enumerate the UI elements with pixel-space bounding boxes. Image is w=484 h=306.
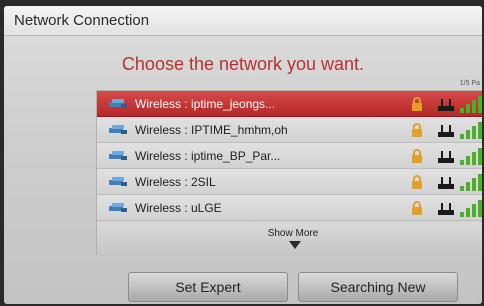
wifi-network-icon xyxy=(109,99,127,108)
wifi-network-icon xyxy=(109,203,127,212)
network-item[interactable]: Wireless : iptime_jeongs... xyxy=(97,91,482,117)
signal-strength-icon xyxy=(460,174,482,191)
signal-strength-icon xyxy=(460,200,482,217)
network-item[interactable]: Wireless : IPTIME_hmhm,oh xyxy=(97,117,482,143)
wifi-network-icon xyxy=(109,151,127,160)
router-icon xyxy=(438,203,454,215)
router-icon xyxy=(438,125,454,137)
searching-new-button[interactable]: Searching New xyxy=(298,272,458,302)
page-heading: Choose the network you want. xyxy=(121,54,365,74)
signal-strength-icon xyxy=(460,96,482,113)
network-label: Wireless : iptime_BP_Par... xyxy=(135,149,281,163)
router-icon xyxy=(438,151,454,163)
show-more-button[interactable]: Show More xyxy=(97,223,482,255)
network-item[interactable]: Wireless : 2SIL xyxy=(97,169,482,195)
network-label: Wireless : iptime_jeongs... xyxy=(135,97,276,111)
network-label: Wireless : 2SIL xyxy=(135,175,216,189)
tv-screen: Network Connection Choose the network yo… xyxy=(4,6,482,304)
lock-icon xyxy=(412,149,422,163)
network-label: Wireless : IPTIME_hmhm,oh xyxy=(135,123,288,137)
signal-strength-icon xyxy=(460,148,482,165)
router-icon xyxy=(438,99,454,111)
lock-icon xyxy=(412,123,422,137)
network-item[interactable]: Wireless : iptime_BP_Par... xyxy=(97,143,482,169)
signal-strength-icon xyxy=(460,122,482,139)
network-list: Wireless : iptime_jeongs... Wireless: I… xyxy=(96,90,482,255)
window-title: Network Connection xyxy=(14,12,150,29)
lock-icon xyxy=(412,201,422,215)
wifi-network-icon xyxy=(109,177,127,186)
network-label: Wireless : uLGE xyxy=(135,201,222,215)
set-expert-button[interactable]: Set Expert xyxy=(128,272,288,302)
network-item[interactable]: Wireless : uLGE xyxy=(97,195,482,221)
chevron-down-icon xyxy=(289,241,301,249)
show-more-label: Show More xyxy=(267,228,319,239)
lock-icon xyxy=(412,97,422,111)
lock-icon xyxy=(412,175,422,189)
router-icon xyxy=(438,177,454,189)
title-bar: Network Connection xyxy=(4,6,482,36)
wifi-network-icon xyxy=(109,125,127,134)
page-indicator: 1/5 Pa xyxy=(459,80,480,87)
